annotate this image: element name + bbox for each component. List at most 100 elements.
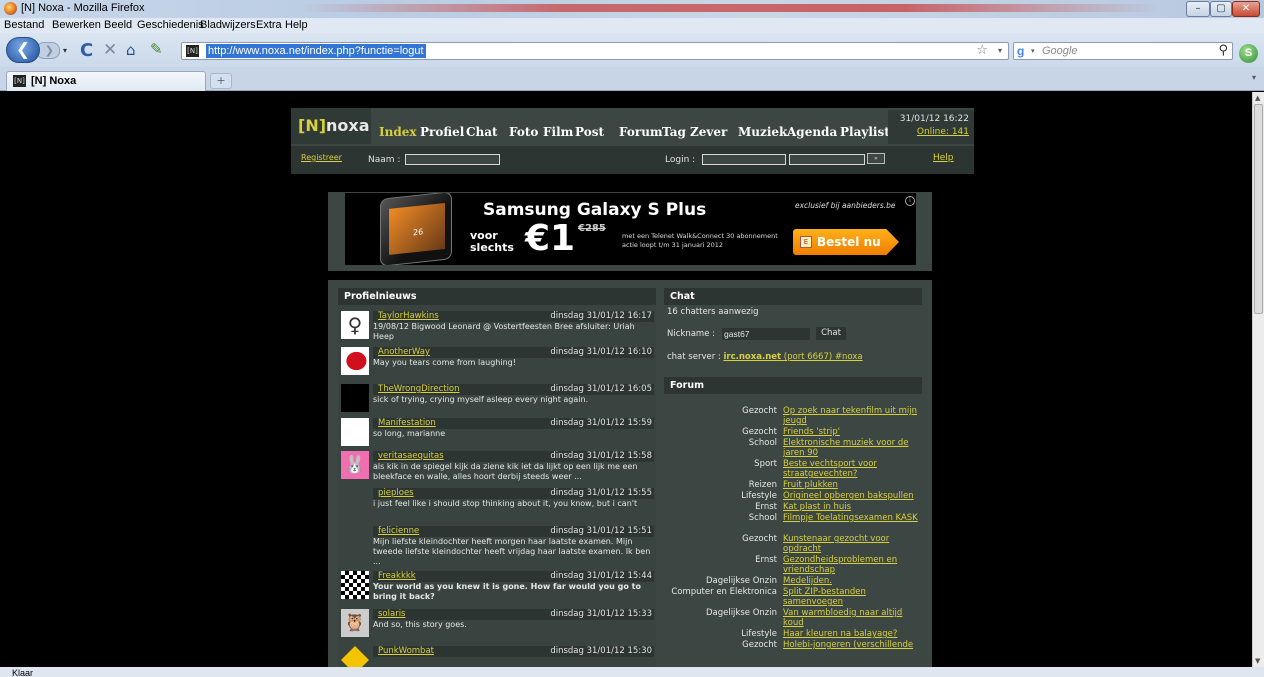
samsung-ad-banner[interactable]: 26 Samsung Galaxy S Plus voor slechts €1 …: [345, 193, 916, 265]
menu-bladwijzers[interactable]: Bladwijzers: [200, 19, 256, 31]
chat-heading: Chat: [664, 288, 922, 305]
tab-list-icon[interactable]: ▾: [1252, 73, 1256, 82]
search-engine-dropdown-icon[interactable]: ▾: [1031, 47, 1035, 55]
back-button[interactable]: ❮: [6, 37, 40, 63]
scroll-up-icon[interactable]: ▲: [1255, 94, 1260, 102]
profile-name-link[interactable]: TaylorHawkins: [378, 311, 439, 321]
nav-muziek[interactable]: Muziek: [738, 125, 787, 139]
menu-help[interactable]: Help: [285, 19, 308, 31]
menu-beeld[interactable]: Beeld: [104, 19, 132, 31]
url-dropdown-icon[interactable]: ▾: [998, 46, 1002, 55]
avatar[interactable]: 🦉: [341, 609, 369, 637]
profile-name-link[interactable]: pieploes: [378, 488, 414, 498]
forum-topic-link[interactable]: Kat plast in huis: [783, 502, 921, 512]
forum-topic-link[interactable]: Split ZIP-bestanden samenvoegen: [783, 587, 921, 607]
url-text[interactable]: http://www.noxa.net/index.php?functie=lo…: [206, 44, 426, 58]
forum-topic-link[interactable]: Gezondheidsproblemen en vriendschap: [783, 555, 921, 575]
url-bar[interactable]: [N] http://www.noxa.net/index.php?functi…: [181, 42, 1009, 60]
login-submit-button[interactable]: »: [867, 153, 885, 164]
chat-server-link[interactable]: irc.noxa.net: [723, 352, 781, 362]
nickname-input[interactable]: [722, 328, 810, 340]
ad-price: €1: [525, 218, 576, 259]
profile-name-link[interactable]: TheWrongDirection: [378, 384, 460, 394]
nickname-label: Nickname :: [667, 329, 715, 339]
nav-zever[interactable]: Zever: [690, 125, 727, 139]
forum-topic-link[interactable]: Elektronische muziek voor de jaren 90: [783, 438, 921, 458]
forum-topic-link[interactable]: Friends 'strip': [783, 427, 921, 437]
forum-topic-link[interactable]: Holebi-jongeren (verschillende: [783, 640, 921, 650]
avatar[interactable]: [341, 571, 369, 599]
forum-topic-link[interactable]: Op zoek naar tekenfilm uit mijn jeugd: [783, 406, 921, 426]
ad-info-icon[interactable]: i: [905, 196, 915, 206]
forum-topic-link[interactable]: Haar kleuren na balayage?: [783, 629, 921, 639]
chat-server-line: chat server : irc.noxa.net (port 6667) #…: [667, 352, 863, 362]
login-username-input[interactable]: [702, 154, 786, 165]
search-input[interactable]: g ▾ Google ⚲: [1013, 42, 1233, 60]
nav-tag[interactable]: Tag: [662, 125, 686, 139]
nav-profiel[interactable]: Profiel: [420, 125, 464, 139]
vertical-scrollbar[interactable]: ▲ ▼: [1252, 92, 1264, 667]
profile-name-link[interactable]: solaris: [378, 609, 405, 619]
home-button[interactable]: ⌂: [126, 41, 136, 59]
nav-playlist[interactable]: Playlist: [840, 125, 890, 139]
stop-button[interactable]: ✕: [103, 40, 117, 60]
minimize-button[interactable]: –: [1186, 1, 1210, 17]
help-link[interactable]: Help: [933, 153, 954, 163]
profile-message: Mijn liefste kleindochter heeft morgen h…: [373, 537, 651, 566]
forum-topic-link[interactable]: Medelijden.: [783, 576, 921, 586]
forum-topic-link[interactable]: Van warmbloedig naar altijd koud: [783, 608, 921, 628]
bookmark-edit-icon[interactable]: ✎: [150, 40, 163, 58]
registreer-link[interactable]: Registreer: [301, 153, 342, 162]
profile-name-link[interactable]: Freakkkk: [378, 571, 416, 581]
chat-server-port[interactable]: (port 6667) #noxa: [781, 352, 863, 362]
avatar[interactable]: 🐰: [341, 451, 369, 479]
chat-join-button[interactable]: Chat: [816, 327, 846, 340]
profile-name-link[interactable]: veritasaequitas: [378, 451, 444, 461]
nav-film[interactable]: Film: [543, 125, 573, 139]
nav-foto[interactable]: Foto: [509, 125, 538, 139]
menu-bestand[interactable]: Bestand: [4, 19, 44, 31]
scroll-down-icon[interactable]: ▼: [1255, 657, 1260, 665]
avatar[interactable]: [341, 418, 369, 446]
profile-name-link[interactable]: felicienne: [378, 526, 419, 536]
avatar[interactable]: [341, 646, 369, 667]
menu-geschiedenis[interactable]: Geschiedenis: [137, 19, 204, 31]
history-dropdown-icon[interactable]: ▾: [63, 46, 67, 55]
avatar[interactable]: [341, 526, 369, 554]
nav-chat[interactable]: Chat: [466, 125, 498, 139]
profile-name-link[interactable]: Manifestation: [378, 418, 436, 428]
scroll-thumb[interactable]: [1254, 104, 1263, 314]
close-window-button[interactable]: ✕: [1232, 1, 1260, 17]
forum-topic-link[interactable]: Beste vechtsport voor straatgevechten?: [783, 459, 921, 479]
nav-post[interactable]: Post: [575, 125, 604, 139]
nav-forum[interactable]: Forum: [619, 125, 663, 139]
search-icon[interactable]: ⚲: [1218, 43, 1228, 58]
forum-topic-link[interactable]: Fruit plukken: [783, 480, 921, 490]
reload-button[interactable]: C: [80, 40, 93, 61]
profile-name-link[interactable]: AnotherWay: [378, 347, 430, 357]
avatar[interactable]: [341, 488, 369, 516]
ad-slechts: slechts: [470, 241, 514, 254]
online-count-link[interactable]: Online: 141: [888, 126, 969, 139]
avatar[interactable]: [341, 347, 369, 375]
profile-name-link[interactable]: PunkWombat: [378, 646, 434, 656]
site-logo[interactable]: [N]noxa: [291, 108, 371, 144]
login-password-input[interactable]: [789, 154, 865, 165]
forum-topic-link[interactable]: Origineel opbergen bakspullen: [783, 491, 921, 501]
forum-topic-link[interactable]: Filmpje Toelatingsexamen KASK: [783, 513, 921, 523]
forum-topic-link[interactable]: Kunstenaar gezocht voor opdracht: [783, 534, 921, 554]
new-tab-button[interactable]: +: [210, 73, 232, 89]
forum-row: Ernst Gezondheidsproblemen en vriendschap: [664, 555, 922, 575]
tab-noxa[interactable]: [N] [N] Noxa: [6, 71, 206, 91]
avatar[interactable]: ♀: [341, 311, 369, 339]
maximize-button[interactable]: ▢: [1210, 1, 1232, 17]
google-icon[interactable]: g: [1017, 44, 1024, 58]
skype-addon-icon[interactable]: S: [1239, 44, 1258, 63]
menu-extra[interactable]: Extra: [256, 19, 282, 31]
nav-agenda[interactable]: Agenda: [787, 125, 837, 139]
nav-index[interactable]: Index: [379, 125, 417, 139]
naam-input[interactable]: [405, 154, 500, 165]
bookmark-star-icon[interactable]: ☆: [976, 43, 988, 58]
avatar[interactable]: [341, 384, 369, 412]
menu-bewerken[interactable]: Bewerken: [52, 19, 101, 31]
